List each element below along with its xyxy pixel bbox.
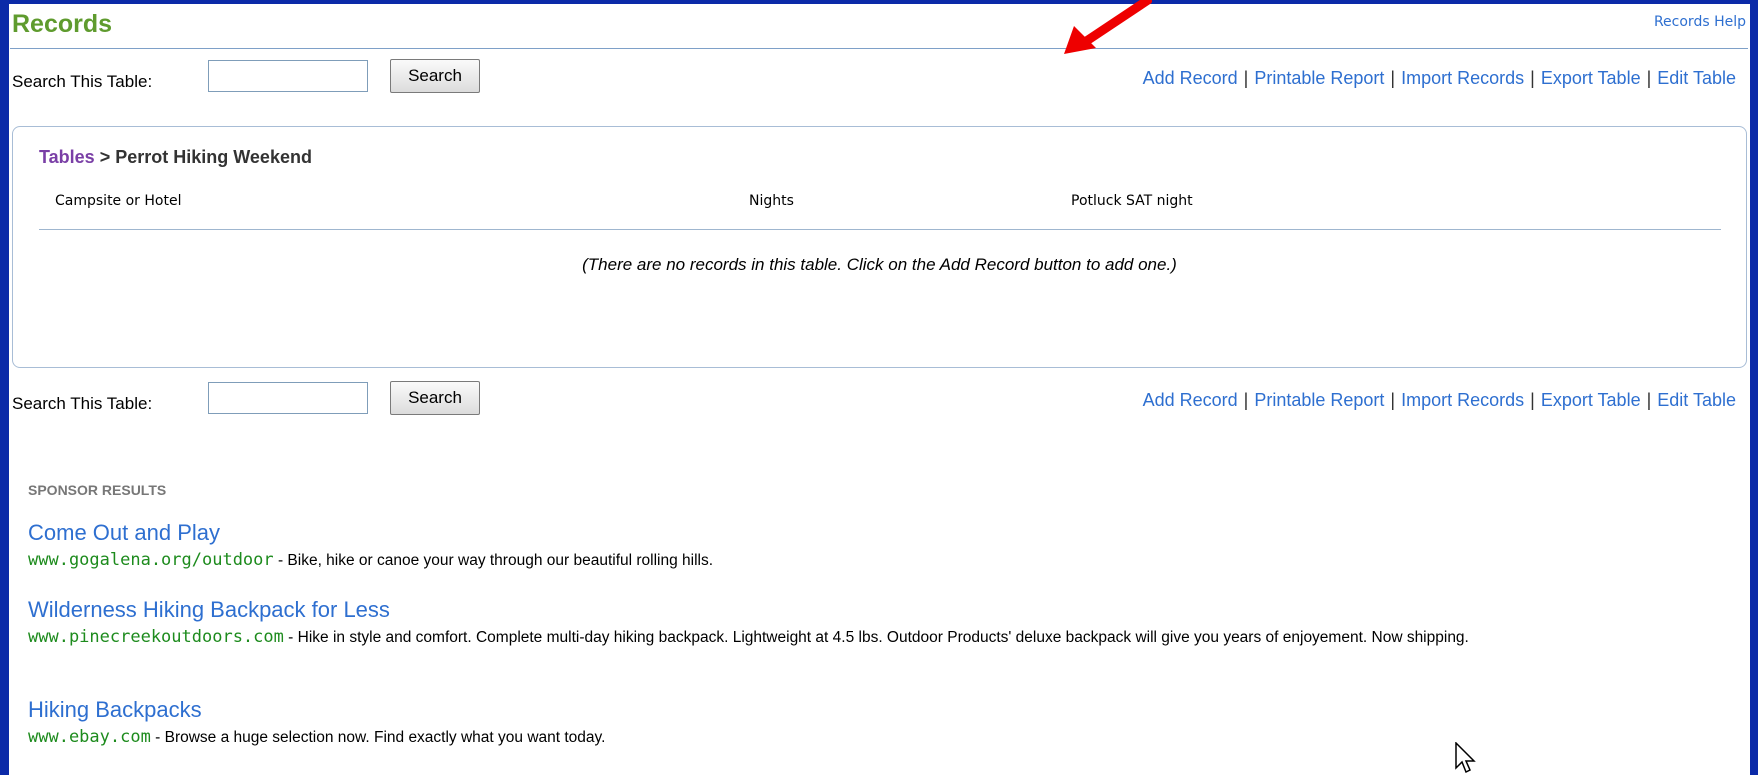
search-bar-top: Search This Table: Search Add Record | Pri… (12, 52, 1748, 93)
records-help-link[interactable]: Records Help (1654, 14, 1746, 30)
action-separator: | (1243, 390, 1249, 410)
mouse-cursor-icon (1455, 742, 1476, 774)
search-input[interactable] (208, 382, 368, 414)
add-record-link[interactable]: Add Record (1143, 390, 1238, 410)
sponsor-ad-description: - Bike, hike or canoe your way through o… (273, 552, 714, 569)
search-label: Search This Table: (12, 72, 153, 91)
table-actions: Add Record | Printable Report | Import Recor… (1143, 68, 1736, 89)
frame-border-left (0, 0, 9, 775)
sponsor-ad-url[interactable]: www.gogalena.org/outdoor (28, 550, 274, 570)
page-title: Records (12, 10, 113, 38)
action-separator: | (1390, 390, 1396, 410)
sponsor-ad-body: www.gogalena.org/outdoor - Bike, hike or… (28, 548, 1728, 573)
action-separator: | (1243, 68, 1249, 88)
sponsor-ad-url[interactable]: www.pinecreekoutdoors.com (28, 627, 284, 647)
search-button[interactable]: Search (390, 59, 480, 93)
printable-report-link[interactable]: Printable Report (1254, 390, 1384, 410)
action-separator: | (1530, 68, 1535, 88)
search-input[interactable] (208, 60, 368, 92)
breadcrumb-tables-link[interactable]: Tables (39, 147, 95, 167)
search-button[interactable]: Search (390, 381, 480, 415)
action-separator: | (1530, 390, 1535, 410)
frame-border-right (1750, 0, 1758, 775)
sponsor-ad-title[interactable]: Wilderness Hiking Backpack for Less (28, 597, 1728, 623)
sponsor-ad: Come Out and Play www.gogalena.org/outdo… (28, 520, 1728, 573)
breadcrumb: Tables > Perrot Hiking Weekend (39, 147, 312, 168)
edit-table-link[interactable]: Edit Table (1657, 390, 1736, 410)
printable-report-link[interactable]: Printable Report (1254, 68, 1384, 88)
red-arrow-annotation (1064, 0, 1152, 54)
edit-table-link[interactable]: Edit Table (1657, 68, 1736, 88)
search-bar-bottom: Search This Table: Search Add Record | Pri… (12, 374, 1748, 415)
export-table-link[interactable]: Export Table (1541, 390, 1641, 410)
export-table-link[interactable]: Export Table (1541, 68, 1641, 88)
sponsor-ad: Wilderness Hiking Backpack for Less www.… (28, 597, 1728, 650)
records-table-panel: Tables > Perrot Hiking Weekend Campsite … (12, 126, 1747, 368)
frame-border-top (0, 0, 1758, 4)
sponsor-ad-title[interactable]: Hiking Backpacks (28, 697, 1728, 723)
column-header-nights[interactable]: Nights (749, 193, 794, 209)
import-records-link[interactable]: Import Records (1401, 390, 1524, 410)
action-separator: | (1646, 68, 1652, 88)
sponsor-ad-url[interactable]: www.ebay.com (28, 727, 151, 747)
sponsor-ad-description: - Hike in style and comfort. Complete mu… (283, 629, 1469, 646)
sponsor-results-heading: SPONSOR RESULTS (28, 482, 167, 498)
sponsor-ad-description: - Browse a huge selection now. Find exac… (150, 729, 606, 746)
import-records-link[interactable]: Import Records (1401, 68, 1524, 88)
records-page: Records Records Help Search This Table: … (0, 0, 1758, 775)
breadcrumb-separator: > (99, 147, 111, 167)
header-divider (10, 48, 1748, 49)
breadcrumb-current: Perrot Hiking Weekend (115, 147, 312, 167)
action-separator: | (1390, 68, 1396, 88)
sponsor-ad-title[interactable]: Come Out and Play (28, 520, 1728, 546)
table-actions: Add Record | Printable Report | Import Recor… (1143, 390, 1736, 411)
sponsor-ad-body: www.pinecreekoutdoors.com - Hike in styl… (28, 625, 1728, 650)
action-separator: | (1646, 390, 1652, 410)
add-record-link[interactable]: Add Record (1143, 68, 1238, 88)
column-header-potluck[interactable]: Potluck SAT night (1071, 193, 1193, 209)
empty-table-message: (There are no records in this table. Cli… (582, 255, 1177, 274)
column-header-campsite[interactable]: Campsite or Hotel (55, 193, 181, 209)
search-label: Search This Table: (12, 394, 153, 413)
table-header-divider (39, 229, 1721, 230)
